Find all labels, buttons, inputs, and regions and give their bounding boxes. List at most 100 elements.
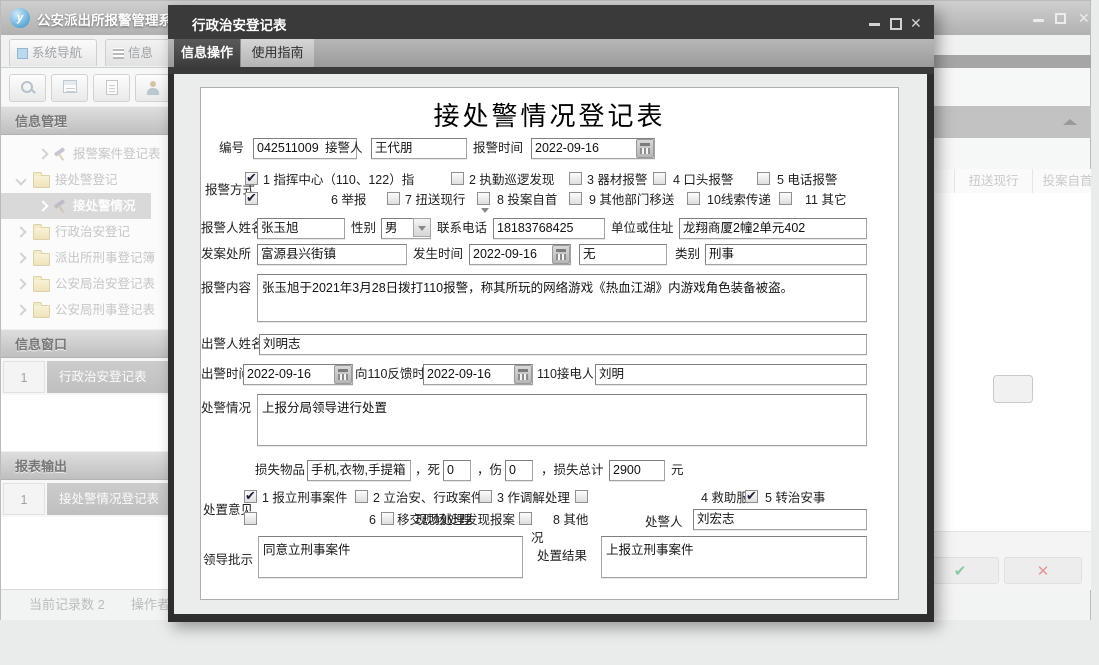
officer-handle-field[interactable]: 刘宏志 <box>693 509 867 530</box>
method-2-checkbox[interactable] <box>451 172 464 185</box>
method-11-checkbox[interactable] <box>779 192 792 205</box>
tab-system-nav[interactable]: 系统导航 <box>9 39 97 66</box>
toolbar-user-button[interactable] <box>135 74 172 102</box>
tree-item-bureau-criminal[interactable]: 公安局刑事登记表 <box>1 297 169 323</box>
tree-item-bureau-security[interactable]: 公安局治安登记表 <box>1 271 169 297</box>
dialog-close-icon[interactable]: ✕ <box>910 15 922 32</box>
cancel-button[interactable]: ✕ <box>1004 557 1082 584</box>
dialog-admin-security-form: 行政治安登记表 ✕ 信息操作 使用指南 接处警情况登记表 编号 04251100… <box>168 5 934 622</box>
number-label: 编号 <box>219 140 251 157</box>
occur-extra-field[interactable]: 无 <box>579 244 667 265</box>
calendar-icon[interactable] <box>636 139 654 158</box>
toolbar-document-button[interactable] <box>93 74 130 102</box>
disposal-7-checkbox[interactable] <box>381 512 394 525</box>
tab-user-guide[interactable]: 使用指南 <box>240 39 314 67</box>
disposal-overlap-b: 现场处理发现报案 <box>415 512 515 528</box>
calendar-icon[interactable] <box>552 245 570 264</box>
chevron-right-icon <box>37 200 48 211</box>
dialog-bottom-edge <box>168 614 934 622</box>
method-1-checkbox[interactable] <box>245 172 258 185</box>
tab-info-operation[interactable]: 信息操作 <box>174 39 240 67</box>
gender-label: 性别 <box>351 220 379 237</box>
disposal-2-checkbox[interactable] <box>355 490 368 503</box>
method-9-label: 9 其他部门移送 <box>589 192 674 208</box>
content-label: 报警内容 <box>201 280 255 297</box>
method-10-checkbox[interactable] <box>687 192 700 205</box>
out-time-label: 出警时间 <box>201 366 243 383</box>
method-8-checkbox[interactable] <box>477 192 490 205</box>
reporter-field[interactable]: 张玉旭 <box>257 218 345 239</box>
sidebar-tree: 报警案件登记表 接处警登记 接处警情况 行政治安登记 派出所刑事登记簿 <box>1 135 169 331</box>
category-label: 类别 <box>675 246 703 263</box>
loss-items-field[interactable]: 手机,衣物,手提箱 <box>307 460 411 481</box>
screen: y 公安派出所报警管理系统 ✕ 系统导航 信息 信息管理 <box>0 0 1099 665</box>
disposal-6-checkbox[interactable] <box>244 512 257 525</box>
tree-item-station-criminal[interactable]: 派出所刑事登记簿 <box>1 245 169 271</box>
disposal-5-checkbox[interactable] <box>745 490 758 503</box>
address-field[interactable]: 龙翔商厦2幢2单元402 <box>679 218 867 239</box>
method-3-checkbox[interactable] <box>569 172 582 185</box>
dialog-minimize-icon[interactable] <box>869 23 880 26</box>
col-header[interactable]: 投案自首 <box>1033 169 1099 193</box>
method-5-checkbox[interactable] <box>757 172 770 185</box>
tool-icon <box>53 147 67 161</box>
tree-item-jiechujing-register[interactable]: 接处警登记 <box>1 167 169 193</box>
result-label: 处置结果 <box>537 548 595 565</box>
receiver-field[interactable]: 王代朋 <box>371 138 467 159</box>
collapse-arrow-icon <box>1063 119 1077 125</box>
dialog-strip <box>168 67 934 74</box>
bg-small-button[interactable] <box>993 375 1033 403</box>
method-9-checkbox[interactable] <box>569 192 582 205</box>
toolbar-search-button[interactable] <box>9 74 46 102</box>
leader-label: 领导批示 <box>203 552 257 569</box>
place-label: 发案处所 <box>201 246 255 263</box>
tree-item-jiechujing-status[interactable]: 接处警情况 <box>1 193 151 219</box>
minimize-icon[interactable] <box>1033 19 1044 22</box>
dropdown-arrow-icon[interactable] <box>413 218 431 237</box>
leader-textarea[interactable]: 同意立刑事案件 <box>258 536 523 578</box>
form-title: 接处警情况登记表 <box>201 96 898 133</box>
loss-items-label: 损失物品 <box>255 462 307 479</box>
calendar-icon[interactable] <box>334 365 352 384</box>
calendar-icon[interactable] <box>514 365 532 384</box>
disposal-8-checkbox[interactable] <box>519 512 532 525</box>
phone-label: 联系电话 <box>437 220 491 237</box>
receiver110-label: 110接电人 <box>537 366 593 383</box>
tree-item-admin-security[interactable]: 行政治安登记 <box>1 219 169 245</box>
method-6-checkbox[interactable] <box>245 192 258 205</box>
loss-total-field[interactable]: 2900 <box>609 460 665 481</box>
place-field[interactable]: 富源县兴街镇 <box>257 244 407 265</box>
folder-icon <box>33 279 50 292</box>
phone-field[interactable]: 18183768425 <box>493 218 605 239</box>
report-output-blank <box>1 517 169 589</box>
feedback-time-label: 向110反馈时 <box>355 366 423 383</box>
document-icon <box>106 80 118 95</box>
officer-out-field[interactable]: 刘明志 <box>259 334 867 355</box>
receiver-label: 接警人 <box>325 140 369 157</box>
disposal-3-checkbox[interactable] <box>479 490 492 503</box>
injury-field[interactable]: 0 <box>505 460 533 481</box>
close-icon[interactable]: ✕ <box>1078 11 1090 25</box>
death-field[interactable]: 0 <box>443 460 471 481</box>
method-7-checkbox[interactable] <box>387 192 400 205</box>
col-header[interactable]: 扭送现行 <box>955 169 1033 193</box>
disposal-4-checkbox[interactable] <box>575 490 588 503</box>
method-5-label: 5 电话报警 <box>777 172 837 188</box>
category-field[interactable]: 刑事 <box>705 244 867 265</box>
method-10-label: 10线索传递 <box>707 192 771 208</box>
toolbar-list-button[interactable] <box>51 74 88 102</box>
dropdown-artifact-icon <box>481 208 489 213</box>
restore-icon[interactable] <box>1055 13 1066 24</box>
dialog-maximize-icon[interactable] <box>890 18 902 30</box>
receiver110-field[interactable]: 刘明 <box>595 364 867 385</box>
tree-item-case-register[interactable]: 报警案件登记表 <box>1 141 169 167</box>
method-4-checkbox[interactable] <box>653 172 666 185</box>
dialog-body: 接处警情况登记表 编号 042511009 接警人 王代朋 报警时间 2022-… <box>174 74 927 614</box>
officer-out-label: 出警人姓名 <box>201 336 259 353</box>
result-textarea[interactable]: 上报立刑事案件 <box>601 536 867 578</box>
content-textarea[interactable]: 张玉旭于2021年3月28日拨打110报警，称其所玩的网络游戏《热血江湖》内游戏… <box>257 274 867 322</box>
handle-textarea[interactable]: 上报分局领导进行处置 <box>257 394 867 446</box>
disposal-3-label: 3 作调解处理 <box>497 490 570 506</box>
dialog-titlebar: 行政治安登记表 ✕ <box>168 5 934 39</box>
disposal-1-checkbox[interactable] <box>244 490 257 503</box>
